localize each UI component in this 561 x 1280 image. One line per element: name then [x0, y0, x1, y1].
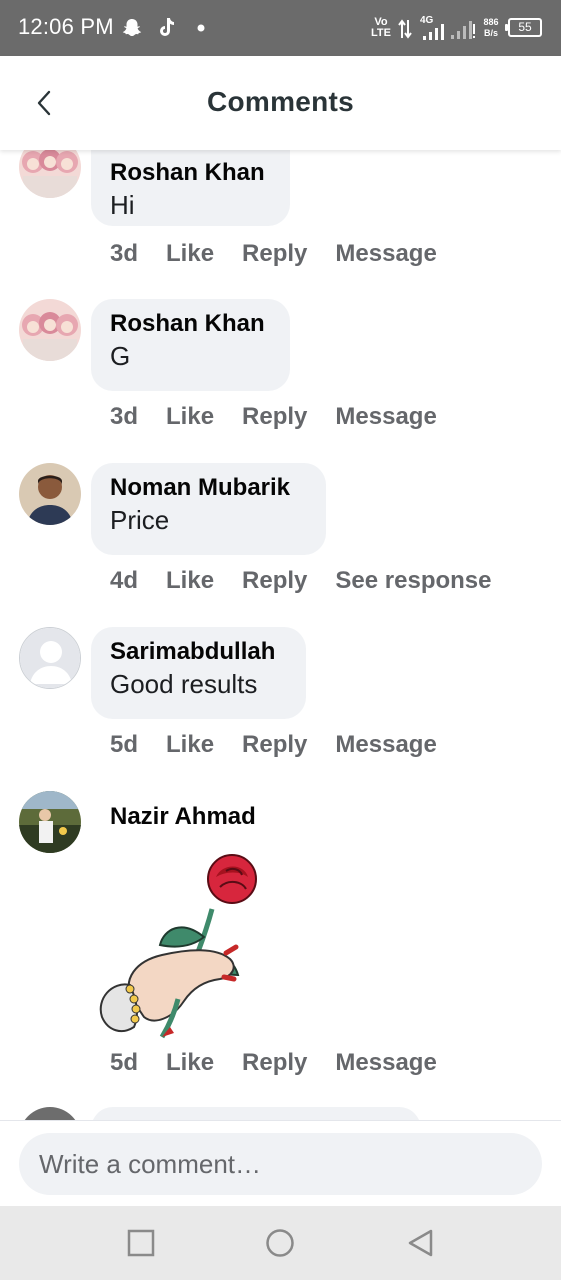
signal-icon-2: [451, 21, 475, 39]
message-button[interactable]: Message: [335, 731, 436, 759]
comment-author[interactable]: Roshan Khan: [110, 158, 271, 188]
reply-button[interactable]: Reply: [242, 403, 307, 431]
comment-time: 3d: [110, 403, 139, 430]
system-nav-bar: [0, 1206, 561, 1280]
comment-bubble[interactable]: [91, 1107, 421, 1120]
net-speed: 886 B/s: [483, 17, 499, 38]
reply-button[interactable]: Reply: [242, 731, 307, 759]
like-button[interactable]: Like: [166, 567, 214, 595]
comment-bubble[interactable]: Roshan Khan Hi: [91, 150, 290, 226]
comment-time: 3d: [110, 240, 139, 267]
comment-composer: [0, 1120, 561, 1206]
comment-text: G: [110, 341, 131, 371]
comment-author[interactable]: Nazir Ahmad: [110, 803, 256, 831]
comment-author[interactable]: Roshan Khan: [110, 309, 271, 339]
back-triangle-icon[interactable]: [405, 1228, 435, 1258]
avatar[interactable]: [19, 299, 81, 361]
avatar[interactable]: [19, 463, 81, 525]
rose-in-hand-sticker[interactable]: [92, 849, 272, 1039]
avatar[interactable]: [19, 1107, 81, 1120]
home-circle-icon[interactable]: [265, 1228, 295, 1258]
comment-bubble[interactable]: Noman Mubarik Price: [91, 463, 326, 555]
reply-button[interactable]: Reply: [242, 1049, 307, 1077]
message-button[interactable]: Message: [335, 240, 436, 268]
reply-button[interactable]: Reply: [242, 567, 307, 595]
comment-text: Hi: [110, 190, 135, 220]
see-response-button[interactable]: See response: [335, 567, 491, 595]
comment-time: 4d: [110, 567, 139, 594]
comment-time: 5d: [110, 1049, 139, 1076]
signal-icon: [423, 24, 444, 40]
like-button[interactable]: Like: [166, 240, 214, 268]
comments-list[interactable]: Roshan Khan Hi 3d Like Reply Message Roshan…: [0, 150, 561, 1120]
page-title: Comments: [206, 86, 355, 117]
comment-actions: 4d Like Reply See response: [110, 567, 520, 597]
comment-actions: 3d Like Reply Message: [110, 240, 465, 270]
status-time: 12:06 PM: [18, 14, 114, 39]
like-button[interactable]: Like: [166, 403, 214, 431]
snapchat-icon: [122, 19, 142, 36]
comment-text: Good results: [110, 669, 258, 699]
reply-button[interactable]: Reply: [242, 240, 307, 268]
comment-actions: 3d Like Reply Message: [110, 403, 465, 433]
recents-square-icon[interactable]: [126, 1228, 156, 1258]
volte-indicator: Vo LTE: [371, 16, 391, 39]
comment-bubble[interactable]: Roshan Khan G: [91, 299, 290, 391]
comment-time: 5d: [110, 731, 139, 758]
data-arrows-icon: [398, 19, 412, 39]
battery-icon: 55: [505, 18, 542, 37]
message-button[interactable]: Message: [335, 403, 436, 431]
avatar[interactable]: [19, 627, 81, 689]
avatar[interactable]: [19, 791, 81, 853]
comment-author[interactable]: Noman Mubarik: [110, 473, 307, 503]
status-bar: 12:06 PM Vo LTE 4G 886 B/s 55: [0, 0, 561, 56]
like-button[interactable]: Like: [166, 1049, 214, 1077]
notification-dot-icon: [197, 24, 205, 32]
message-button[interactable]: Message: [335, 1049, 436, 1077]
avatar[interactable]: [19, 150, 81, 198]
comment-input[interactable]: [19, 1133, 542, 1195]
comment-bubble[interactable]: Sarimabdullah Good results: [91, 627, 306, 719]
header: Comments: [0, 56, 561, 150]
comment-actions: 5d Like Reply Message: [110, 1049, 465, 1079]
tiktok-icon: [160, 18, 174, 36]
comment-actions: 5d Like Reply Message: [110, 731, 465, 761]
comment-text: Price: [110, 505, 170, 535]
comment-author[interactable]: Sarimabdullah: [110, 637, 287, 667]
like-button[interactable]: Like: [166, 731, 214, 759]
